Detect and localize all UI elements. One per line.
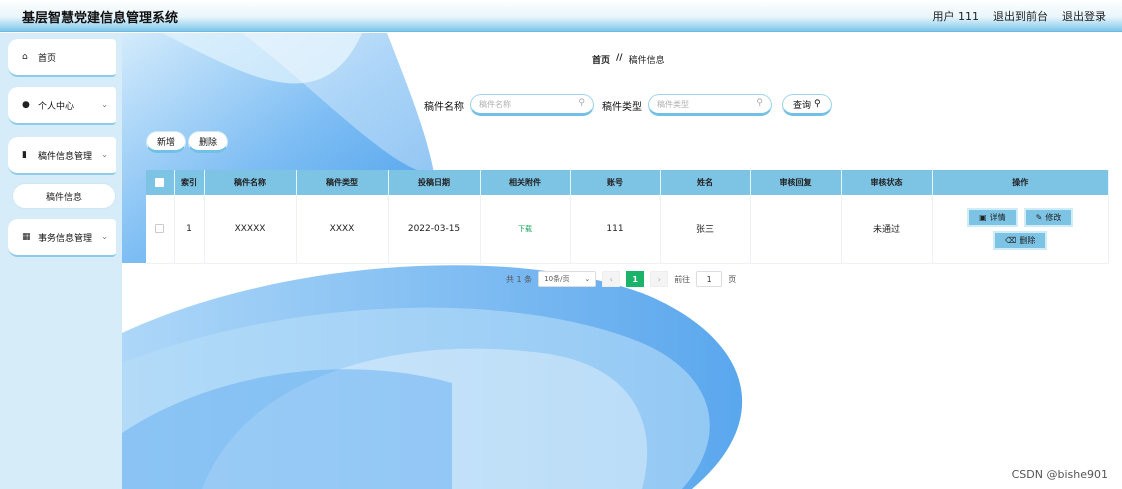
- select-all-checkbox[interactable]: [155, 178, 165, 187]
- watermark: CSDN @bishe901: [1011, 468, 1108, 481]
- document-icon: ▮: [22, 150, 27, 160]
- manuscript-name-label: 稿件名称: [424, 101, 464, 113]
- sidebar-item-affairs-management[interactable]: ▦ 事务信息管理 ⌄: [8, 219, 116, 257]
- sidebar-subitem-manuscript-info[interactable]: 稿件信息: [12, 183, 116, 209]
- detail-button[interactable]: ▣ 详情: [967, 207, 1018, 227]
- edit-button-label: 修改: [1045, 212, 1062, 222]
- pagination: 共 1 条 10条/页 ⌄ ‹ 1 › 前往 页: [506, 271, 736, 287]
- search-icon: ⚲: [578, 98, 585, 108]
- search-icon: ⚲: [756, 98, 763, 108]
- prev-page-button[interactable]: ‹: [602, 271, 621, 287]
- table-header-row: 索引 稿件名称 稿件类型 投稿日期 相关附件 账号 姓名 审核回复 审核状态 操…: [146, 170, 1109, 195]
- top-header: 基层智慧党建信息管理系统 用户 111 退出到前台 退出登录: [0, 0, 1122, 32]
- sidebar-item-manuscript-management[interactable]: ▮ 稿件信息管理 ⌄: [8, 137, 116, 175]
- sidebar: ⌂ 首页 ● 个人中心 ⌄ ▮ 稿件信息管理 ⌄ 稿件信息 ▦ 事务信息管理 ⌄: [0, 33, 122, 489]
- sidebar-item-label: 首页: [38, 53, 57, 64]
- column-header: 相关附件: [480, 170, 571, 195]
- sidebar-item-personal-center[interactable]: ● 个人中心 ⌄: [8, 87, 116, 125]
- sidebar-item-label: 个人中心: [38, 101, 75, 112]
- manuscript-type-input[interactable]: [657, 95, 757, 113]
- trash-icon: ⌫: [1005, 235, 1017, 245]
- home-icon: ⌂: [22, 52, 28, 62]
- manuscript-name-input[interactable]: [479, 95, 579, 113]
- query-button[interactable]: 查询 ⚲: [782, 94, 832, 116]
- operations-line: ⌫ 删除: [990, 229, 1050, 252]
- user-icon: ●: [22, 100, 30, 110]
- column-header: 审核回复: [750, 170, 842, 195]
- app-title: 基层智慧党建信息管理系统: [22, 11, 179, 26]
- header-right: 用户 111 退出到前台 退出登录: [933, 8, 1107, 24]
- sidebar-item-label: 稿件信息管理: [38, 151, 93, 162]
- select-all-cell: [146, 170, 175, 195]
- cell-name: XXXXX: [204, 195, 297, 264]
- page-size-value: 10条/页: [544, 275, 570, 283]
- edit-button[interactable]: ✎ 修改: [1023, 207, 1074, 227]
- logout-link[interactable]: 退出登录: [1062, 8, 1106, 24]
- cell-type: XXXX: [296, 195, 389, 264]
- page-suffix: 页: [728, 274, 737, 284]
- chevron-down-icon: ⌄: [101, 150, 108, 159]
- column-header: 审核状态: [841, 170, 933, 195]
- chevron-down-icon: ⌄: [584, 275, 591, 283]
- cell-index: 1: [174, 195, 205, 264]
- delete-button[interactable]: ⌫ 删除: [993, 230, 1048, 250]
- cell-attachment: 下载: [480, 195, 571, 264]
- search-icon: ⚲: [814, 99, 821, 109]
- cell-account: 111: [570, 195, 661, 264]
- column-header: 投稿日期: [388, 170, 481, 195]
- column-header: 账号: [570, 170, 661, 195]
- operations-line: ▣ 详情 ✎ 修改: [964, 206, 1076, 229]
- chevron-down-icon: ⌄: [101, 232, 108, 241]
- operations-group: ▣ 详情 ✎ 修改 ⌫ 删除: [933, 206, 1109, 252]
- query-button-label: 查询: [793, 100, 812, 111]
- detail-button-label: 详情: [989, 212, 1006, 222]
- breadcrumb: 首页 // 稿件信息: [592, 53, 665, 66]
- grid-icon: ▦: [22, 232, 31, 242]
- breadcrumb-separator: //: [616, 53, 623, 63]
- goto-page-input[interactable]: [696, 271, 723, 287]
- breadcrumb-current: 稿件信息: [628, 56, 665, 66]
- download-link[interactable]: 下载: [518, 225, 532, 233]
- delete-button-label: 删除: [1019, 235, 1036, 245]
- row-select-cell: [146, 195, 175, 264]
- column-header: 姓名: [660, 170, 751, 195]
- cell-operations: ▣ 详情 ✎ 修改 ⌫ 删除: [932, 195, 1109, 264]
- table-row: 1 XXXXX XXXX 2022-03-15 下载 111 张三 未通过 ▣ …: [146, 195, 1109, 264]
- breadcrumb-home[interactable]: 首页: [592, 53, 610, 66]
- cell-status: 未通过: [841, 195, 933, 264]
- back-to-front-link[interactable]: 退出到前台: [993, 8, 1048, 24]
- user-label: 用户 111: [932, 10, 980, 23]
- goto-label: 前往: [674, 274, 691, 284]
- detail-icon: ▣: [979, 212, 987, 222]
- chevron-down-icon: ⌄: [101, 100, 108, 109]
- action-toolbar: 新增 删除: [146, 131, 229, 153]
- column-header: 稿件名称: [204, 170, 297, 195]
- sidebar-item-home[interactable]: ⌂ 首页: [8, 39, 116, 77]
- page-size-select[interactable]: 10条/页 ⌄: [538, 271, 597, 287]
- cell-date: 2022-03-15: [388, 195, 481, 264]
- row-checkbox[interactable]: [155, 223, 165, 233]
- main-content: 首页 // 稿件信息 稿件名称 ⚲ 稿件类型 ⚲ 查询 ⚲ 新增 删除 索引 稿…: [122, 33, 1122, 489]
- search-bar: 稿件名称 ⚲ 稿件类型 ⚲ 查询 ⚲: [424, 93, 832, 117]
- manuscript-type-field: ⚲: [648, 94, 772, 116]
- next-page-button[interactable]: ›: [650, 271, 669, 287]
- page-number-current[interactable]: 1: [626, 271, 645, 287]
- column-header: 索引: [174, 170, 205, 195]
- cell-reply: [750, 195, 842, 264]
- add-button[interactable]: 新增: [146, 131, 187, 153]
- cell-person: 张三: [660, 195, 751, 264]
- pager-total: 共 1 条: [506, 274, 533, 284]
- column-header: 操作: [932, 170, 1109, 195]
- batch-delete-button[interactable]: 删除: [188, 131, 229, 153]
- edit-icon: ✎: [1035, 212, 1043, 222]
- manuscript-table: 索引 稿件名称 稿件类型 投稿日期 相关附件 账号 姓名 审核回复 审核状态 操…: [146, 170, 1109, 264]
- manuscript-type-label: 稿件类型: [602, 101, 642, 113]
- column-header: 稿件类型: [296, 170, 389, 195]
- sidebar-item-label: 事务信息管理: [38, 233, 93, 244]
- manuscript-name-field: ⚲: [470, 94, 594, 116]
